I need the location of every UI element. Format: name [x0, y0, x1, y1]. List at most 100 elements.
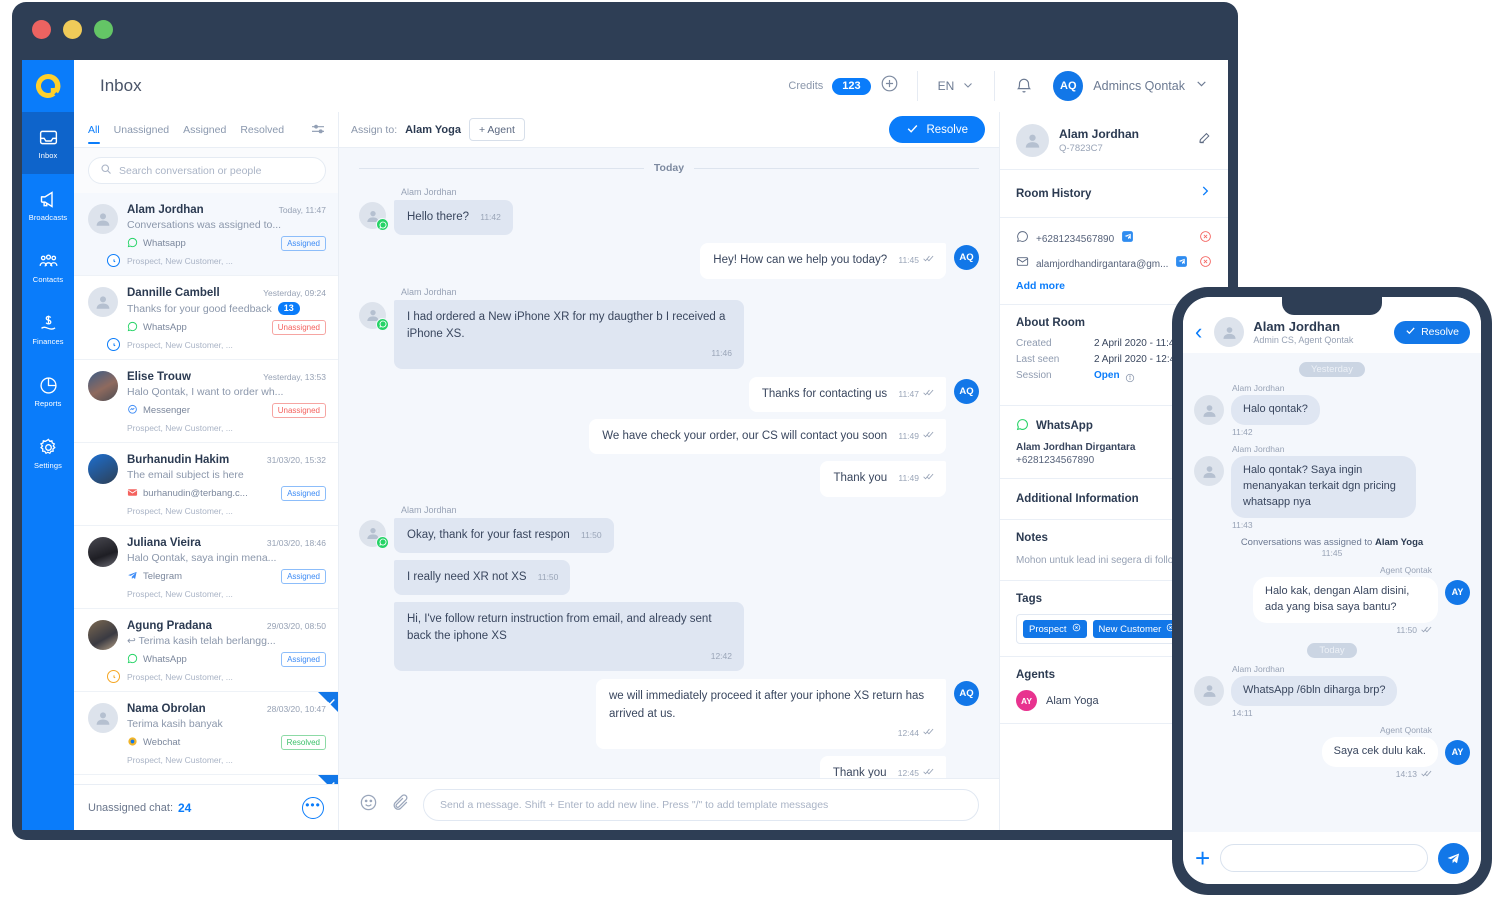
chevron-down-icon [1195, 77, 1208, 95]
channel-name: burhanudin@terbang.c... [143, 488, 248, 499]
contacts-icon [38, 251, 59, 272]
message-time: 11:49 [898, 472, 934, 485]
bell-icon[interactable] [995, 77, 1053, 95]
credits-label: Credits [788, 80, 824, 92]
conversation-item[interactable]: Dannille Cambell Yesterday, 09:24 Thanks… [74, 276, 338, 360]
contact-phone-value: +6281234567890 [1036, 233, 1115, 245]
add-more-button[interactable]: Add more [1016, 280, 1212, 292]
send-icon[interactable] [1438, 842, 1469, 874]
send-icon[interactable] [1175, 255, 1188, 273]
search-box[interactable] [88, 157, 326, 184]
avatar [88, 454, 118, 516]
message-sender: Alam Jordhan [1232, 444, 1285, 454]
conversation-item[interactable]: Kharisma Prasetya 28/03/20, 10:40 [74, 775, 338, 784]
conversation-item[interactable]: Burhanudin Hakim 31/03/20, 15:32 The ema… [74, 443, 338, 526]
tag-chip[interactable]: Prospect [1023, 620, 1087, 638]
chevron-left-icon[interactable]: ‹ [1192, 321, 1205, 343]
remove-contact-icon[interactable] [1199, 230, 1212, 248]
sidebar-item-label: Contacts [32, 274, 64, 284]
message-input[interactable] [440, 798, 962, 811]
contact-email-row: alamjordhandirgantara@gm... [1016, 255, 1212, 273]
info-icon[interactable] [1125, 370, 1135, 388]
pending-clock-icon [107, 254, 120, 267]
dollar-icon [38, 313, 59, 334]
conversation-item[interactable]: Alam Jordhan Today, 11:47 Conversations … [74, 193, 338, 276]
tab-unassigned[interactable]: Unassigned [114, 114, 169, 145]
room-history-row[interactable]: Room History [1000, 170, 1228, 218]
conversation-item[interactable]: Agung Pradana 29/03/20, 08:50 ↩ Terima k… [74, 609, 338, 692]
resolve-label: Resolve [926, 123, 968, 136]
window-minimize-button[interactable] [63, 20, 82, 39]
agent-name: Alam Yoga [1046, 694, 1099, 707]
tab-resolved[interactable]: Resolved [240, 114, 284, 145]
search-input[interactable] [119, 164, 314, 177]
sidebar-item-label: Inbox [38, 150, 58, 160]
avatar: AQ [1053, 71, 1084, 101]
tag-chip[interactable]: New Customer [1092, 620, 1182, 638]
channel-label: burhanudin@terbang.c... [127, 487, 248, 501]
sidebar-item-reports[interactable]: Reports [22, 360, 74, 422]
contact-name: Alam Jordhan [127, 204, 204, 216]
message-input-wrapper[interactable] [423, 788, 979, 821]
contact-name: Elise Trouw [127, 371, 191, 383]
remove-tag-icon[interactable] [1072, 623, 1081, 635]
plus-icon[interactable]: + [1195, 845, 1210, 871]
window-maximize-button[interactable] [94, 20, 113, 39]
user-menu[interactable]: AQ Admincs Qontak [1053, 71, 1208, 101]
sidebar-item-broadcasts[interactable]: Broadcasts [22, 174, 74, 236]
messenger-icon [127, 404, 138, 418]
sidebar-item-inbox[interactable]: Inbox [22, 112, 74, 174]
pending-clock-icon [107, 338, 120, 351]
message-bubble: we will immediately proceed it after you… [596, 679, 946, 749]
contact-name: Nama Obrolan [127, 703, 206, 715]
conversation-list[interactable]: Alam Jordhan Today, 11:47 Conversations … [74, 193, 338, 784]
whatsapp-icon [1016, 418, 1029, 434]
edit-icon[interactable] [1198, 131, 1212, 150]
read-ticks-icon [923, 767, 934, 779]
emoji-icon[interactable] [359, 793, 378, 817]
app-window-body: Inbox Broadcasts Contacts Finances Repor… [22, 60, 1228, 830]
mobile-message-thread[interactable]: Yesterday Alam Jordhan Halo qontak? 11:4… [1183, 353, 1481, 832]
send-icon[interactable] [1121, 230, 1134, 248]
mobile-message-input[interactable] [1220, 844, 1428, 872]
mobile-resolve-button[interactable]: Resolve [1394, 320, 1470, 344]
qontak-logo[interactable] [22, 60, 74, 112]
language-selector[interactable]: EN [918, 79, 995, 94]
window-controls [32, 20, 113, 39]
message-sender: Alam Jordhan [401, 286, 457, 297]
avatar-placeholder-icon [1194, 675, 1224, 706]
more-dots-icon[interactable]: ••• [302, 796, 324, 819]
screenshot-root: Inbox Broadcasts Contacts Finances Repor… [0, 0, 1500, 902]
channel-name: Webchat [143, 737, 181, 748]
megaphone-icon [38, 189, 59, 210]
message-bubble: Halo qontak? Saya ingin menanyakan terka… [1231, 456, 1416, 518]
tab-assigned[interactable]: Assigned [183, 114, 226, 145]
add-agent-button[interactable]: + Agent [468, 118, 525, 141]
channel-label: Telegram [127, 570, 182, 584]
chevron-right-icon[interactable] [1198, 184, 1212, 203]
mobile-contact-name: Alam Jordhan [1253, 318, 1341, 334]
avatar-placeholder-icon [1194, 395, 1224, 425]
unread-count-badge: 13 [277, 302, 300, 315]
channel-label: WhatsApp [127, 653, 187, 667]
conversation-item[interactable]: Elise Trouw Yesterday, 13:53 Halo Qontak… [74, 360, 338, 443]
sidebar-item-finances[interactable]: Finances [22, 298, 74, 360]
sidebar-item-settings[interactable]: Settings [22, 422, 74, 484]
telegram-icon [127, 570, 138, 584]
message-time: 11:42 [480, 212, 501, 222]
plus-circle-icon[interactable] [880, 74, 899, 98]
conversation-item[interactable]: Juliana Vieira 31/03/20, 18:46 Halo Qont… [74, 526, 338, 609]
filter-sliders-icon[interactable] [310, 122, 326, 138]
conversation-item[interactable]: Nama Obrolan 28/03/20, 10:47 Terima kasi… [74, 692, 338, 775]
message-thread[interactable]: Today Alam Jordhan Hello there? 11:42 He… [339, 148, 999, 778]
read-ticks-icon [1421, 625, 1432, 636]
message-snippet: Terima kasih banyak [127, 718, 223, 730]
status-badge: Assigned [281, 236, 326, 251]
resolve-button[interactable]: Resolve [889, 116, 985, 143]
mobile-device-mockup: ‹ Alam Jordhan Admin CS, Agent Qontak Re… [1172, 287, 1492, 895]
sidebar-item-contacts[interactable]: Contacts [22, 236, 74, 298]
tab-all[interactable]: All [88, 114, 100, 145]
window-close-button[interactable] [32, 20, 51, 39]
paperclip-icon[interactable] [391, 793, 410, 817]
remove-contact-icon[interactable] [1199, 255, 1212, 273]
